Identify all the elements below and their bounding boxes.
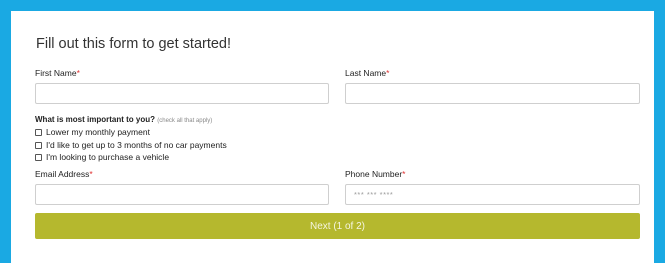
option-label: I'd like to get up to 3 months of no car… — [46, 140, 227, 150]
first-name-label-text: First Name — [35, 68, 77, 78]
option-purchase-vehicle[interactable]: I'm looking to purchase a vehicle — [35, 152, 169, 162]
checkbox[interactable] — [35, 141, 42, 149]
checkbox[interactable] — [35, 153, 42, 161]
last-name-field[interactable] — [345, 83, 640, 104]
option-label: I'm looking to purchase a vehicle — [46, 152, 170, 162]
required-asterisk: * — [76, 68, 80, 78]
importance-question-text: What is most important to you? — [35, 115, 155, 124]
importance-hint: (check all that apply) — [157, 118, 213, 124]
first-name-field[interactable] — [35, 83, 329, 104]
phone-field[interactable] — [345, 184, 640, 205]
next-button[interactable]: Next (1 of 2) — [35, 213, 640, 239]
option-no-car-payments[interactable]: I'd like to get up to 3 months of no car… — [35, 140, 227, 150]
option-lower-payment[interactable]: Lower my monthly payment — [35, 127, 150, 137]
email-label-text: Email Address — [35, 169, 90, 179]
required-asterisk: * — [402, 169, 406, 179]
checkbox[interactable] — [35, 128, 42, 136]
form-title: Fill out this form to get started! — [36, 36, 232, 52]
email-label: Email Address* — [35, 169, 93, 179]
last-name-label-text: Last Name — [345, 68, 387, 78]
option-label: Lower my monthly payment — [46, 127, 150, 137]
phone-label-text: Phone Number — [345, 169, 403, 179]
email-field[interactable] — [35, 184, 329, 205]
importance-question: What is most important to you? (check al… — [35, 115, 212, 124]
first-name-label: First Name* — [35, 68, 80, 78]
phone-label: Phone Number* — [345, 169, 405, 179]
required-asterisk: * — [386, 68, 390, 78]
required-asterisk: * — [89, 169, 93, 179]
last-name-label: Last Name* — [345, 68, 389, 78]
form-card: Fill out this form to get started! First… — [11, 11, 654, 263]
